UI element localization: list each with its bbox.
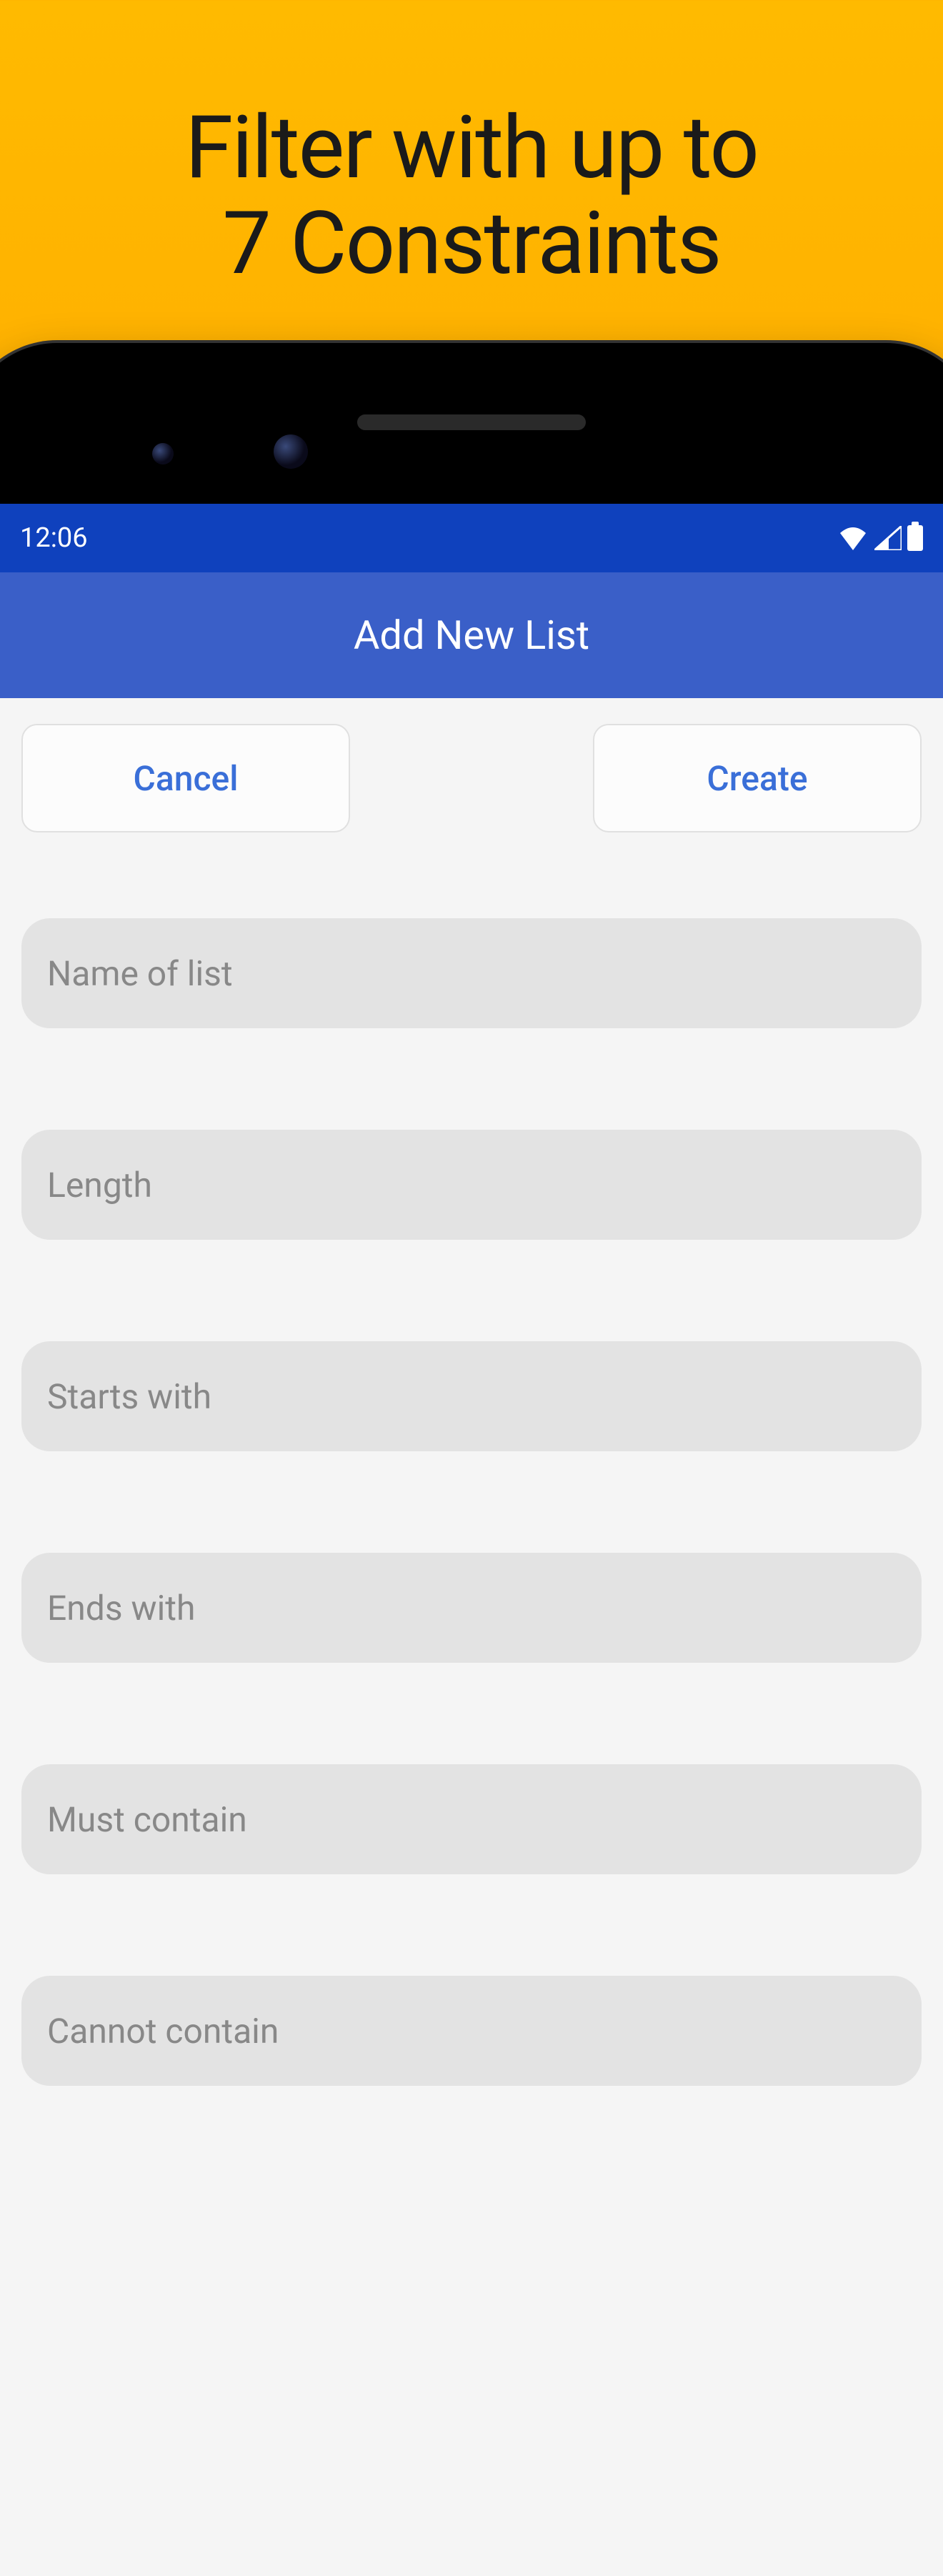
- ends-with-placeholder: Ends with: [47, 1588, 195, 1628]
- phone-bezel-top: [0, 372, 943, 504]
- promo-headline: Filter with up to 7 Constraints: [0, 0, 943, 292]
- phone-front-camera: [274, 434, 308, 469]
- cannot-contain-input[interactable]: Cannot contain: [21, 1976, 922, 2086]
- starts-with-input[interactable]: Starts with: [21, 1341, 922, 1451]
- cancel-button-label: Cancel: [134, 758, 239, 799]
- phone-screen: 12:06 Add New List: [0, 504, 943, 2576]
- status-icons: [837, 525, 923, 551]
- must-contain-input[interactable]: Must contain: [21, 1764, 922, 1874]
- cannot-contain-placeholder: Cannot contain: [47, 2011, 279, 2052]
- must-contain-placeholder: Must contain: [47, 1799, 247, 1840]
- promo-line-1: Filter with up to: [0, 100, 943, 196]
- length-placeholder: Length: [47, 1165, 152, 1205]
- page-title: Add New List: [354, 612, 589, 659]
- phone-mockup: 12:06 Add New List: [0, 343, 943, 2576]
- signal-icon: [874, 526, 902, 550]
- app-header: Add New List: [0, 572, 943, 698]
- status-time: 12:06: [20, 522, 88, 554]
- name-of-list-placeholder: Name of list: [47, 953, 233, 994]
- phone-camera-sensor: [152, 443, 174, 464]
- ends-with-input[interactable]: Ends with: [21, 1553, 922, 1663]
- name-of-list-input[interactable]: Name of list: [21, 918, 922, 1028]
- length-input[interactable]: Length: [21, 1130, 922, 1240]
- form-fields: Name of list Length Starts with Ends wit…: [0, 832, 943, 2086]
- action-button-row: Cancel Create: [0, 698, 943, 832]
- wifi-icon: [837, 526, 869, 550]
- phone-frame: 12:06 Add New List: [0, 343, 943, 2576]
- starts-with-placeholder: Starts with: [47, 1376, 211, 1417]
- battery-icon: [907, 525, 923, 551]
- status-bar: 12:06: [0, 504, 943, 572]
- cancel-button[interactable]: Cancel: [21, 724, 350, 832]
- create-button-label: Create: [707, 758, 807, 799]
- create-button[interactable]: Create: [593, 724, 922, 832]
- phone-speaker: [357, 414, 586, 430]
- promo-line-2: 7 Constraints: [0, 196, 943, 292]
